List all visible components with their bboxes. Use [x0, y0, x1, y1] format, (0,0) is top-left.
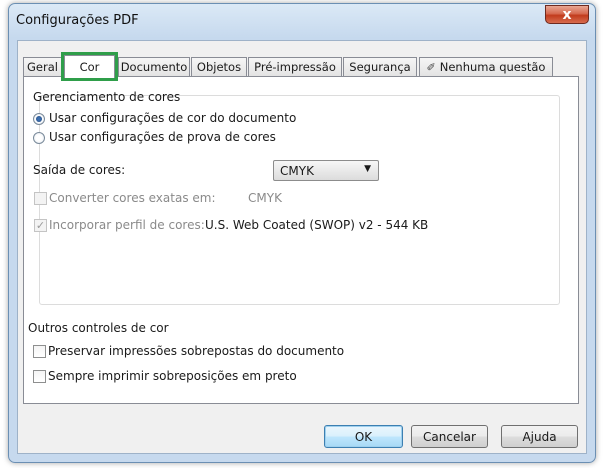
- use-document-color-radio[interactable]: [33, 113, 45, 125]
- dialog-client-area: Geral Cor Documento Objetos Pré-impressã…: [17, 40, 587, 454]
- embed-color-profile-label: Incorporar perfil de cores:: [49, 218, 205, 232]
- tab-objetos[interactable]: Objetos: [191, 57, 247, 76]
- convert-spot-colors-label: Converter cores exatas em:: [49, 191, 216, 205]
- tab-pre-impressao[interactable]: Pré-impressão: [248, 57, 342, 76]
- embed-color-profile-value: U.S. Web Coated (SWOP) v2 - 544 KB: [205, 218, 429, 232]
- pen-check-icon: ✐: [426, 60, 436, 74]
- ok-button[interactable]: OK: [324, 425, 403, 448]
- cor-tab-panel: Gerenciamento de cores Usar configuraçõe…: [23, 76, 579, 404]
- color-output-label: Saída de cores:: [33, 163, 126, 177]
- embed-color-profile-checkbox[interactable]: ✓: [34, 219, 47, 232]
- pdf-settings-dialog: Configurações PDF x Geral Cor Documento …: [8, 3, 596, 463]
- title-bar[interactable]: Configurações PDF x: [9, 4, 595, 40]
- use-document-color-label[interactable]: Usar configurações de cor do documento: [49, 111, 296, 125]
- tab-seguranca[interactable]: Segurança: [343, 57, 417, 76]
- preserve-overprints-checkbox[interactable]: [33, 345, 46, 358]
- use-proof-color-label[interactable]: Usar configurações de prova de cores: [49, 130, 276, 144]
- overprint-black-checkbox[interactable]: [33, 370, 46, 383]
- tab-nenhuma-questao[interactable]: ✐ Nenhuma questão: [419, 57, 553, 76]
- convert-spot-colors-value: CMYK: [248, 191, 282, 205]
- tab-cor[interactable]: Cor: [61, 52, 118, 81]
- window-title: Configurações PDF: [16, 13, 139, 28]
- cancel-button[interactable]: Cancelar: [411, 425, 488, 448]
- color-output-value: CMYK: [280, 164, 314, 178]
- close-icon: x: [562, 6, 572, 23]
- overprint-black-label[interactable]: Sempre imprimir sobreposições em preto: [48, 369, 297, 383]
- chevron-down-icon: ▼: [364, 164, 371, 174]
- color-output-select[interactable]: CMYK ▼: [273, 160, 379, 181]
- help-button[interactable]: Ajuda: [501, 425, 578, 448]
- color-management-title: Gerenciamento de cores: [33, 90, 181, 104]
- close-button[interactable]: x: [545, 5, 589, 24]
- tab-geral[interactable]: Geral: [23, 57, 62, 76]
- tab-documento[interactable]: Documento: [118, 57, 190, 76]
- use-proof-color-radio[interactable]: [33, 132, 45, 144]
- other-controls-title: Outros controles de cor: [28, 321, 169, 335]
- convert-spot-colors-checkbox[interactable]: [34, 192, 47, 205]
- preserve-overprints-label[interactable]: Preservar impressões sobrepostas do docu…: [48, 344, 344, 358]
